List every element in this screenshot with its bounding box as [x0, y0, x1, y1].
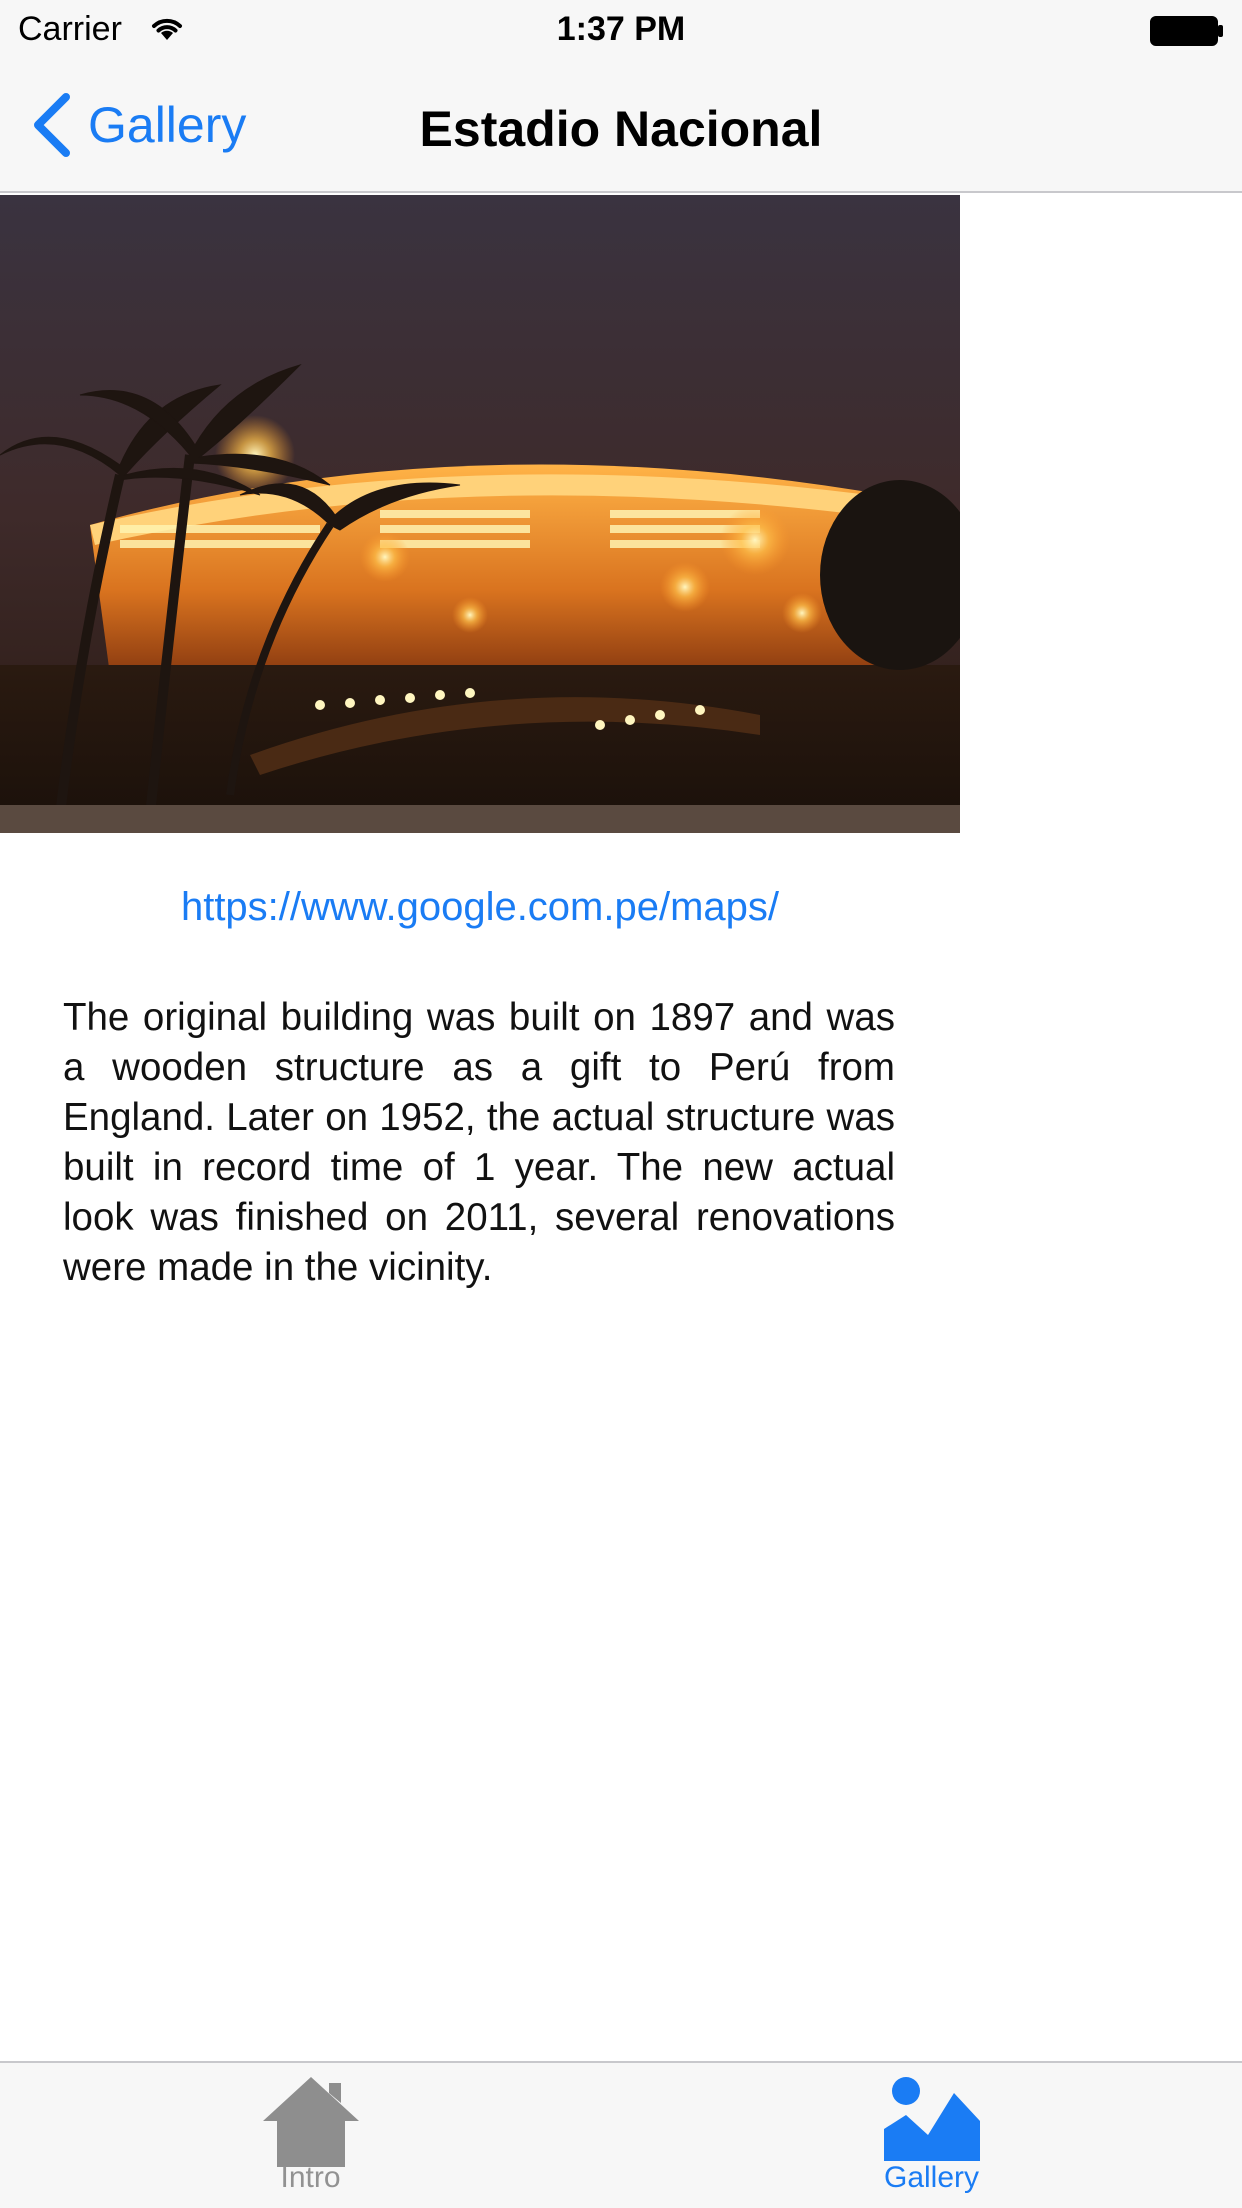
- status-bar: Carrier 1:37 PM: [0, 0, 1242, 60]
- battery-full-icon: [1150, 16, 1223, 46]
- description-text: The original building was built on 1897 …: [63, 996, 895, 1289]
- tab-bar: Intro Gallery: [0, 2061, 1242, 2208]
- status-time: 1:37 PM: [556, 10, 686, 48]
- stadium-night-image: [0, 195, 960, 833]
- page-title: Estadio Nacional: [419, 101, 823, 157]
- tab-gallery[interactable]: Gallery: [621, 2063, 1242, 2208]
- home-icon: [262, 2077, 359, 2167]
- stadium-photo: [0, 195, 960, 833]
- tab-gallery-label: Gallery: [883, 2161, 980, 2194]
- maps-link[interactable]: https://www.google.com.pe/maps/: [0, 885, 960, 930]
- screen: Carrier 1:37 PM Gallery Estadio Nacional: [0, 0, 1242, 2208]
- tab-intro-label: Intro: [280, 2161, 341, 2194]
- gallery-icon: [883, 2077, 980, 2161]
- tab-intro[interactable]: Intro: [0, 2063, 621, 2208]
- navigation-bar: Gallery Estadio Nacional: [0, 60, 1242, 193]
